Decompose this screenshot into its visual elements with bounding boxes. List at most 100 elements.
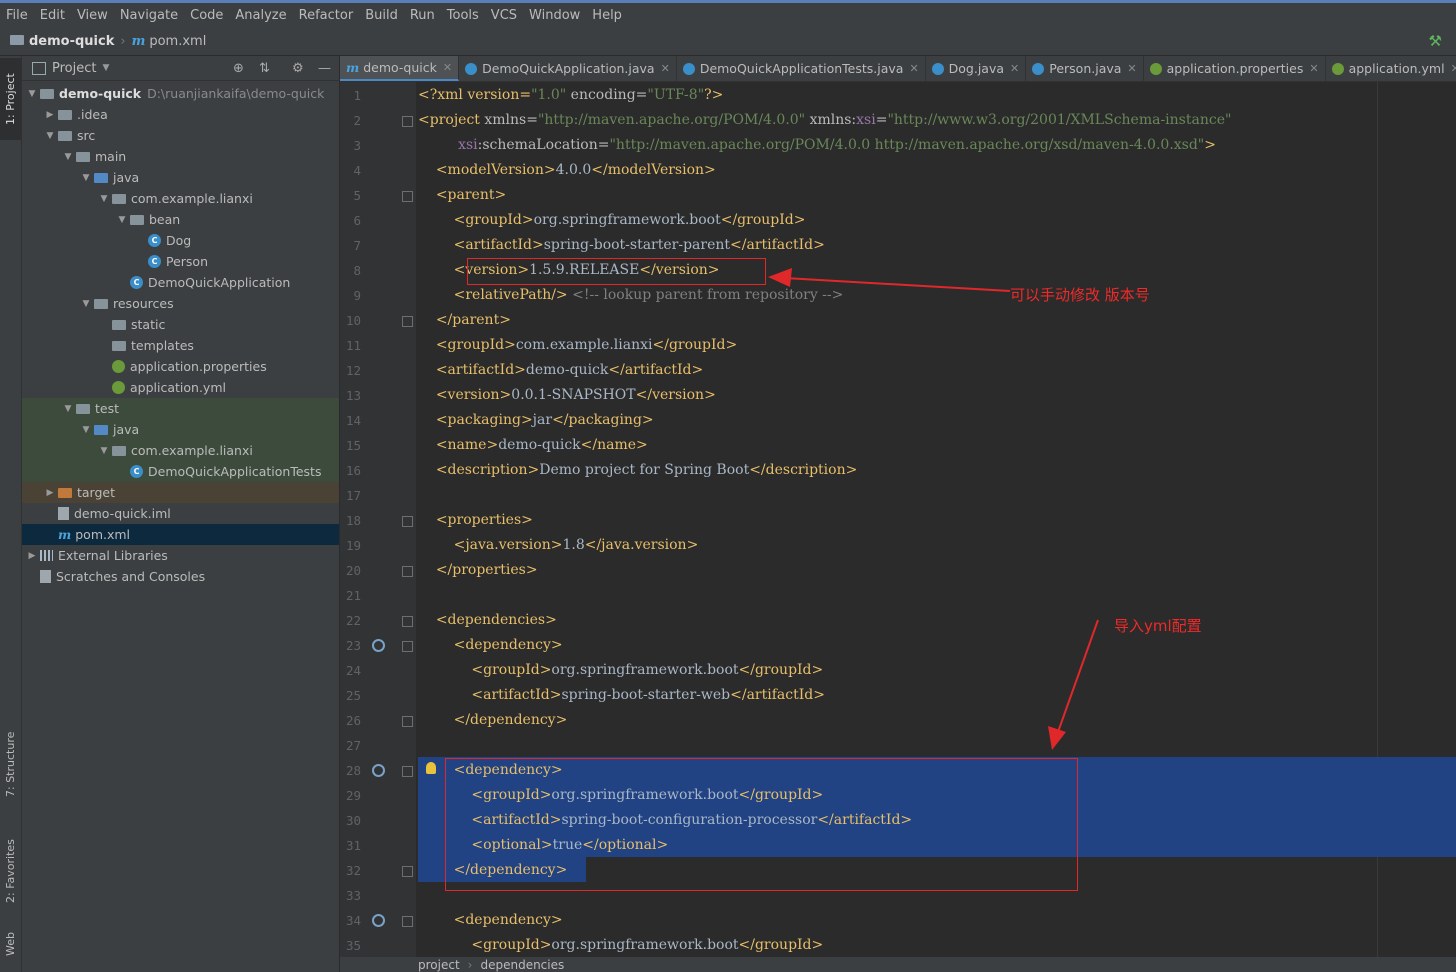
code-line[interactable]: <dependencies> xyxy=(418,608,1448,633)
fold-marker-icon[interactable] xyxy=(402,616,413,627)
build-hammer-icon[interactable]: ⚒ xyxy=(1429,32,1442,50)
code-line[interactable] xyxy=(418,583,1448,608)
chevron-down-icon[interactable]: ▼ xyxy=(44,131,56,141)
code-line[interactable]: <parent> xyxy=(418,183,1448,208)
favorites-tool-tab[interactable]: 2: Favorites xyxy=(0,826,21,916)
code-line[interactable]: <dependency> xyxy=(418,633,1448,658)
tree-item[interactable]: Scratches and Consoles xyxy=(22,566,339,587)
chevron-down-icon[interactable]: ▼ xyxy=(62,152,74,162)
close-icon[interactable]: ✕ xyxy=(1309,62,1318,75)
chevron-right-icon[interactable]: ▶ xyxy=(26,551,38,561)
tree-item[interactable]: ▼ src xyxy=(22,125,339,146)
code-line[interactable]: <dependency> xyxy=(418,908,1448,933)
dependency-gutter-icon[interactable] xyxy=(372,639,385,652)
breadcrumb-file[interactable]: m pom.xml xyxy=(132,34,207,49)
tree-item[interactable]: C DemoQuickApplication xyxy=(22,272,339,293)
fold-marker-icon[interactable] xyxy=(402,516,413,527)
chevron-down-icon[interactable]: ▼ xyxy=(98,446,110,456)
menu-run[interactable]: Run xyxy=(404,8,441,23)
fold-marker-icon[interactable] xyxy=(402,866,413,877)
menu-refactor[interactable]: Refactor xyxy=(293,8,360,23)
code-line[interactable]: <artifactId>spring-boot-starter-web</art… xyxy=(418,683,1448,708)
tree-item[interactable]: ▼ demo-quick D:\ruanjiankaifa\demo-quick xyxy=(22,83,339,104)
tree-item[interactable]: C Dog xyxy=(22,230,339,251)
chevron-down-icon[interactable]: ▼ xyxy=(80,425,92,435)
editor-tab[interactable]: Person.java ✕ xyxy=(1026,56,1144,81)
code-line[interactable]: <name>demo-quick</name> xyxy=(418,433,1448,458)
code-line[interactable]: <description>Demo project for Spring Boo… xyxy=(418,458,1448,483)
chevron-down-icon[interactable]: ▼ xyxy=(26,89,38,99)
fold-marker-icon[interactable] xyxy=(402,716,413,727)
tree-item[interactable]: C Person xyxy=(22,251,339,272)
code-line[interactable]: <modelVersion>4.0.0</modelVersion> xyxy=(418,158,1448,183)
code-line[interactable]: xsi:schemaLocation="http://maven.apache.… xyxy=(418,133,1448,158)
code-line[interactable]: </parent> xyxy=(418,308,1448,333)
tree-item[interactable]: demo-quick.iml xyxy=(22,503,339,524)
tree-item[interactable]: C DemoQuickApplicationTests xyxy=(22,461,339,482)
code-line[interactable]: <groupId>org.springframework.boot</group… xyxy=(418,208,1448,233)
menu-window[interactable]: Window xyxy=(523,8,586,23)
fold-marker-icon[interactable] xyxy=(402,641,413,652)
menu-help[interactable]: Help xyxy=(586,8,628,23)
code-line[interactable]: <java.version>1.8</java.version> xyxy=(418,533,1448,558)
chevron-down-icon[interactable]: ▼ xyxy=(62,404,74,414)
tree-item[interactable]: ▶ External Libraries xyxy=(22,545,339,566)
code-line[interactable]: <version>0.0.1-SNAPSHOT</version> xyxy=(418,383,1448,408)
fold-marker-icon[interactable] xyxy=(402,316,413,327)
tree-item[interactable]: ▼ resources xyxy=(22,293,339,314)
settings-gear-icon[interactable]: ⚙ xyxy=(292,61,304,76)
code-line[interactable]: <?xml version="1.0" encoding="UTF-8"?> xyxy=(418,83,1448,108)
tree-item[interactable]: ▼ main xyxy=(22,146,339,167)
code-editor[interactable]: 1 2 3 4 5 6 7 8 9 10 11 12 13 14 15 16 17 18 19 20 21 22 23 24 2… xyxy=(340,82,1456,957)
editor-tab[interactable]: m demo-quick ✕ xyxy=(340,56,460,81)
tree-item[interactable]: ▼ com.example.lianxi xyxy=(22,440,339,461)
menu-build[interactable]: Build xyxy=(359,8,404,23)
close-icon[interactable]: ✕ xyxy=(1451,62,1456,75)
code-line[interactable]: </properties> xyxy=(418,558,1448,583)
dependency-gutter-icon[interactable] xyxy=(372,764,385,777)
chevron-right-icon[interactable]: ▶ xyxy=(44,488,56,498)
code-line[interactable]: <groupId>org.springframework.boot</group… xyxy=(418,933,1448,957)
project-tool-tab[interactable]: 1: Project xyxy=(0,58,21,140)
status-crumb-project[interactable]: project xyxy=(418,958,460,972)
scroll-from-source-icon[interactable]: ⊕ xyxy=(233,61,244,76)
chevron-down-icon[interactable]: ▼ xyxy=(98,194,110,204)
web-tool-tab[interactable]: Web xyxy=(0,924,21,964)
code-line[interactable]: <groupId>org.springframework.boot</group… xyxy=(418,658,1448,683)
close-icon[interactable]: ✕ xyxy=(1010,62,1019,75)
tree-item[interactable]: ▼ java xyxy=(22,419,339,440)
fold-marker-icon[interactable] xyxy=(402,766,413,777)
menu-code[interactable]: Code xyxy=(184,8,229,23)
tree-item[interactable]: ▶ .idea xyxy=(22,104,339,125)
menu-vcs[interactable]: VCS xyxy=(485,8,523,23)
code-line[interactable] xyxy=(418,733,1448,758)
code-line[interactable]: <project xmlns="http://maven.apache.org/… xyxy=(418,108,1448,133)
code-line[interactable]: <packaging>jar</packaging> xyxy=(418,408,1448,433)
structure-tool-tab[interactable]: 7: Structure xyxy=(0,724,21,804)
close-icon[interactable]: ✕ xyxy=(1127,62,1136,75)
chevron-down-icon[interactable]: ▼ xyxy=(80,173,92,183)
tree-item[interactable]: application.properties xyxy=(22,356,339,377)
editor-tab[interactable]: DemoQuickApplication.java ✕ xyxy=(459,56,677,81)
menu-file[interactable]: File xyxy=(0,8,34,23)
chevron-down-icon[interactable]: ▼ xyxy=(80,299,92,309)
menu-view[interactable]: View xyxy=(71,8,114,23)
fold-marker-icon[interactable] xyxy=(402,916,413,927)
code-line[interactable]: <groupId>com.example.lianxi</groupId> xyxy=(418,333,1448,358)
code-line[interactable] xyxy=(418,483,1448,508)
tree-item[interactable]: ▼ com.example.lianxi xyxy=(22,188,339,209)
dropdown-arrow-icon[interactable]: ▼ xyxy=(102,63,109,73)
chevron-right-icon[interactable]: ▶ xyxy=(44,110,56,120)
menu-analyze[interactable]: Analyze xyxy=(229,8,292,23)
dependency-gutter-icon[interactable] xyxy=(372,914,385,927)
editor-tab[interactable]: Dog.java ✕ xyxy=(926,56,1027,81)
tree-item[interactable]: ▼ bean xyxy=(22,209,339,230)
collapse-all-icon[interactable]: ⇅ xyxy=(259,61,270,76)
close-icon[interactable]: ✕ xyxy=(661,62,670,75)
editor-tab[interactable]: application.yml ✕ xyxy=(1326,56,1456,81)
menu-edit[interactable]: Edit xyxy=(34,8,71,23)
project-panel-title[interactable]: Project xyxy=(52,61,96,76)
code-line[interactable]: <relativePath/> <!-- lookup parent from … xyxy=(418,283,1448,308)
menu-tools[interactable]: Tools xyxy=(441,8,485,23)
tree-item[interactable]: ▼ java xyxy=(22,167,339,188)
